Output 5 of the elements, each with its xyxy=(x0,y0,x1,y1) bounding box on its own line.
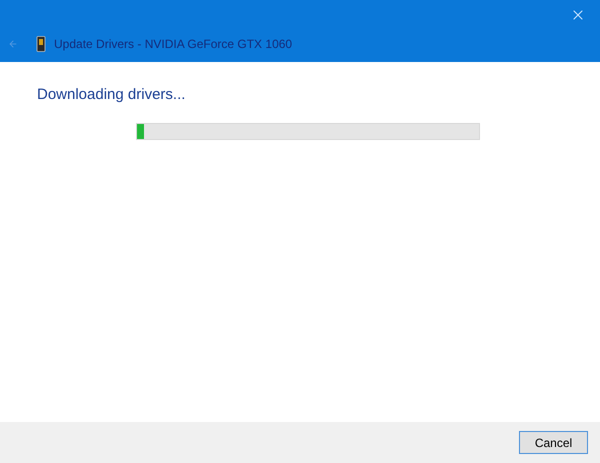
back-arrow-icon xyxy=(8,39,18,49)
graphics-card-icon xyxy=(36,36,46,52)
window-title: Update Drivers - NVIDIA GeForce GTX 1060 xyxy=(54,36,292,53)
status-heading: Downloading drivers... xyxy=(37,85,186,105)
cancel-button[interactable]: Cancel xyxy=(519,431,588,454)
